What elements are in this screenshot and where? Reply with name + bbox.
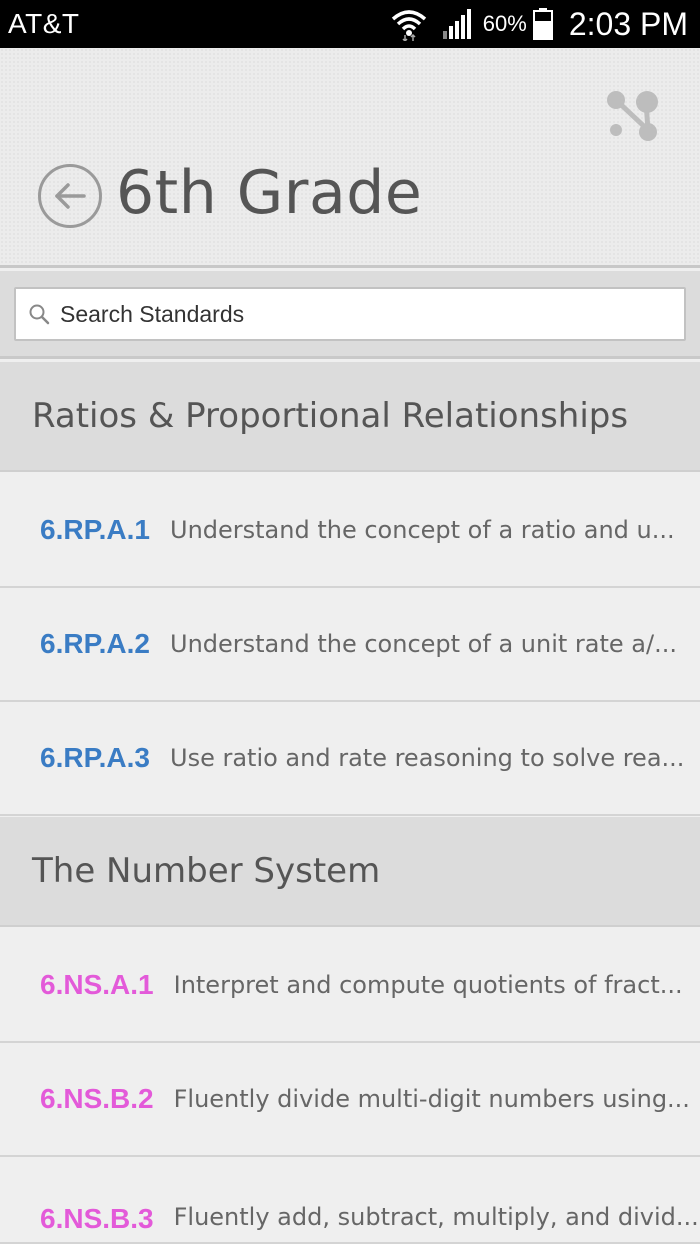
section-header-ratios: Ratios & Proportional Relationships [0,362,700,472]
standard-code: 6.RP.A.3 [40,742,150,773]
share-icon[interactable] [602,90,660,144]
standard-code: 6.RP.A.2 [40,628,150,659]
battery-percent: 60% [482,11,527,36]
standard-row-6rpa3[interactable]: 6.RP.A.3 Use ratio and rate reasoning to… [0,702,700,816]
standard-description: Interpret and compute quotients of fract… [173,971,683,999]
search-bar [0,271,700,359]
standard-row-6nsa1[interactable]: 6.NS.A.1 Interpret and compute quotients… [0,929,700,1043]
carrier-label: AT&T [8,8,80,39]
page-title: 6th Grade [116,158,423,228]
standard-row-6rpa1[interactable]: 6.RP.A.1 Understand the concept of a rat… [0,474,700,588]
search-input[interactable] [60,294,660,334]
standard-code: 6.NS.B.2 [40,1083,154,1114]
standard-code: 6.NS.B.3 [40,1203,154,1234]
status-icons: 60% 2:03 PM [391,0,688,48]
standard-description: Understand the concept of a unit rate a/… [170,630,677,658]
back-button[interactable] [38,164,102,228]
signal-icon [442,9,471,39]
clock: 2:03 PM [568,5,688,42]
wifi-icon [391,10,426,41]
standard-description: Understand the concept of a ratio and u.… [170,516,675,544]
standard-description: Fluently add, subtract, multiply, and di… [173,1203,699,1231]
standard-code: 6.RP.A.1 [40,514,150,545]
standard-row-6nsb3[interactable]: 6.NS.B.3 Fluently add, subtract, multipl… [0,1157,700,1244]
section-title: The Number System [32,851,381,891]
standard-description: Fluently divide multi-digit numbers usin… [173,1085,690,1113]
app-header: 6th Grade [0,48,700,268]
search-icon [29,304,50,325]
section-title: Ratios & Proportional Relationships [32,396,629,436]
battery-icon [532,8,553,40]
standard-description: Use ratio and rate reasoning to solve re… [170,744,685,772]
standard-row-6nsb2[interactable]: 6.NS.B.2 Fluently divide multi-digit num… [0,1043,700,1157]
back-arrow-icon [55,183,86,209]
search-box[interactable] [14,287,686,341]
section-header-number-system: The Number System [0,817,700,927]
standard-code: 6.NS.A.1 [40,969,154,1000]
status-bar: AT&T 60% 2:03 PM [0,0,700,48]
standard-row-6rpa2[interactable]: 6.RP.A.2 Understand the concept of a uni… [0,588,700,702]
